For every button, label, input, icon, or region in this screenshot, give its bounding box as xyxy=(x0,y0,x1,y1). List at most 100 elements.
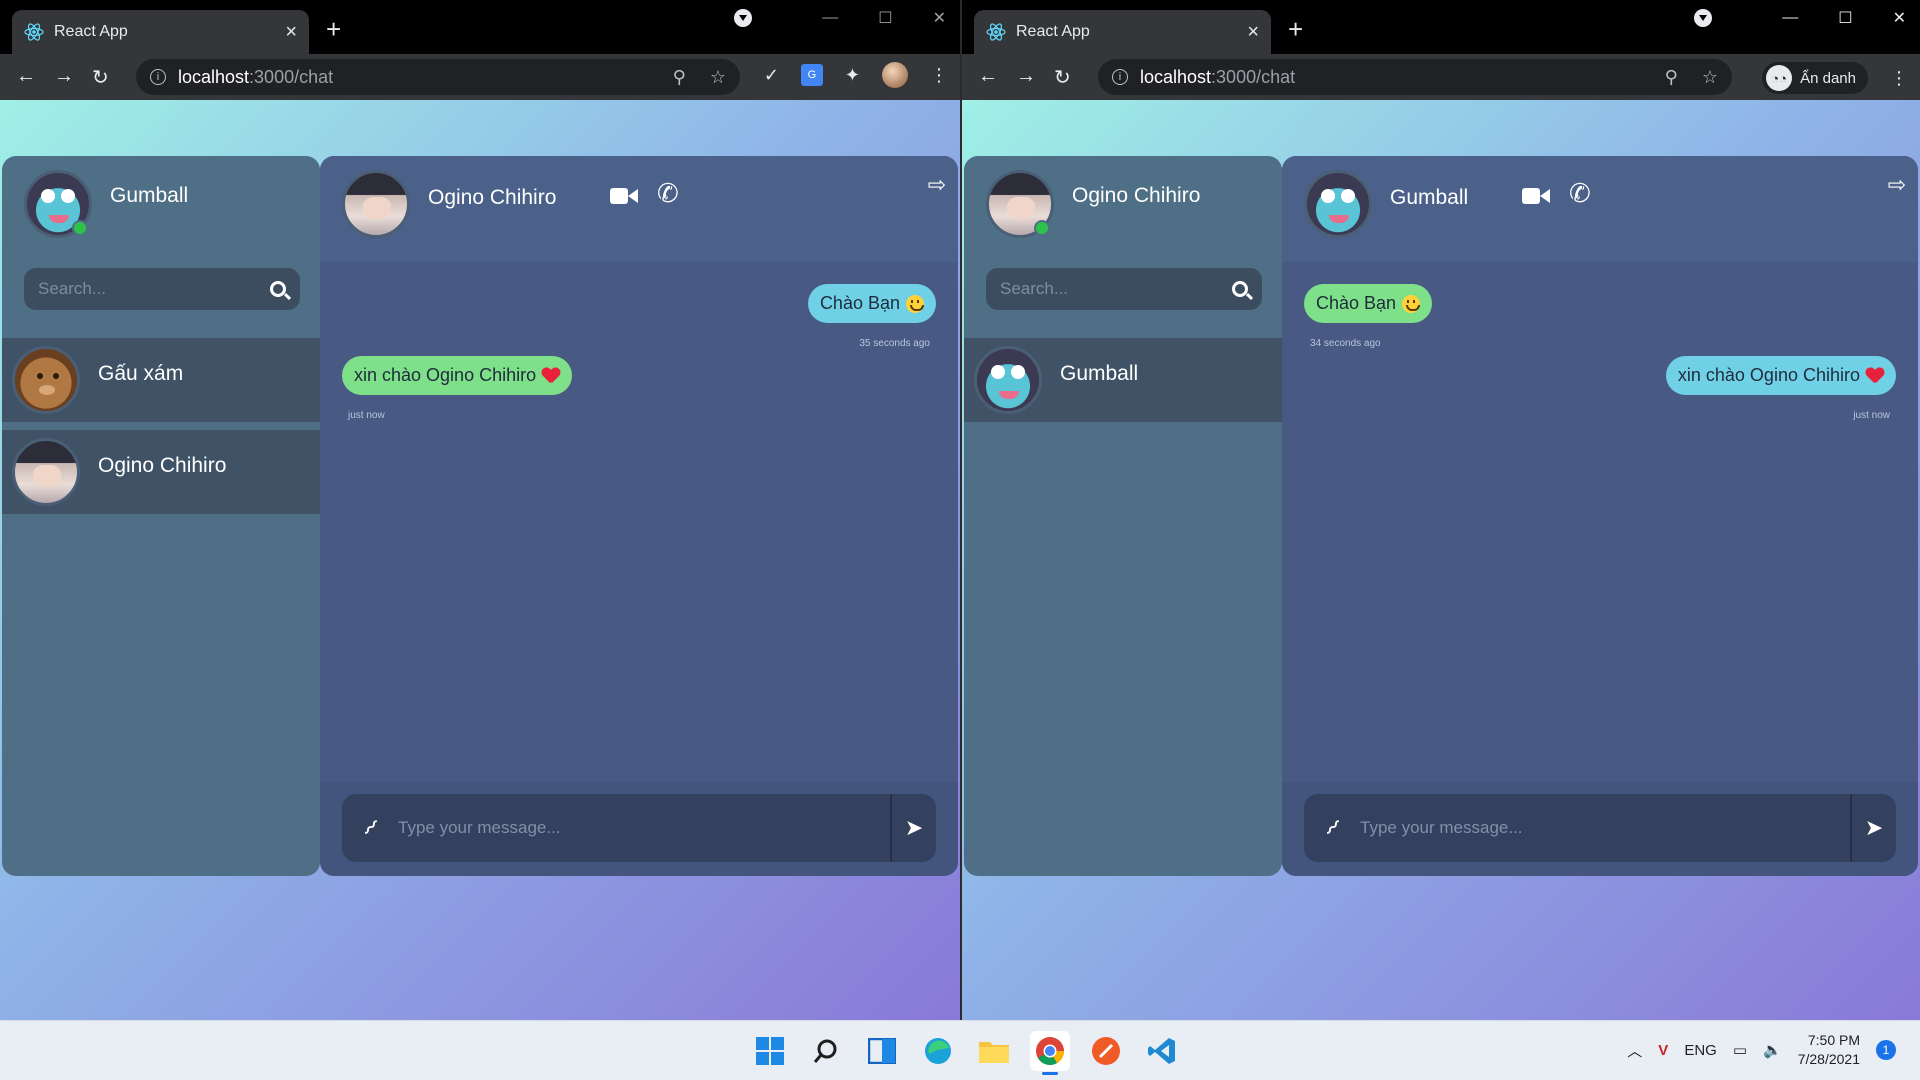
paperclip-icon[interactable]: ⌇ xyxy=(1303,799,1361,857)
language-indicator[interactable]: ENG xyxy=(1684,1042,1717,1059)
bookmark-star-icon[interactable]: ☆ xyxy=(710,67,726,88)
chat-partner-name: Gumball xyxy=(1390,186,1469,209)
video-call-icon[interactable] xyxy=(1522,186,1550,208)
browser-tab[interactable]: React App × xyxy=(974,10,1271,54)
current-user: Ogino Chihiro xyxy=(964,156,1282,266)
chat-panel: Gumball ✆ ⇨ Chào Bạn 34 seconds ago xin … xyxy=(1282,156,1918,876)
unikey-icon[interactable]: V xyxy=(1658,1042,1668,1059)
contact-item[interactable]: Ogino Chihiro xyxy=(2,430,320,518)
logout-icon[interactable]: ⇨ xyxy=(928,172,946,198)
reload-icon[interactable]: ↻ xyxy=(92,65,109,90)
message-bubble: xin chào Ogino Chihiro xyxy=(342,356,573,395)
search-input[interactable] xyxy=(1000,279,1232,299)
clock-time: 7:50 PM xyxy=(1807,1032,1860,1048)
incognito-label: Ẩn danh xyxy=(1800,69,1856,87)
forward-icon[interactable]: → xyxy=(54,65,74,90)
postman-button[interactable] xyxy=(1086,1031,1126,1071)
chat-panel: Ogino Chihiro ✆ ⇨ Chào Bạn 35 seconds ag… xyxy=(320,156,958,876)
forward-icon[interactable]: → xyxy=(1016,65,1036,90)
video-call-icon[interactable] xyxy=(610,186,638,208)
chrome-menu-icon[interactable]: ⋮ xyxy=(1890,68,1908,89)
close-tab-icon[interactable]: × xyxy=(285,21,297,44)
contact-item[interactable]: Gumball xyxy=(964,338,1282,426)
windows-start-button[interactable] xyxy=(750,1031,790,1071)
minimize-button[interactable]: — xyxy=(1782,9,1798,27)
site-info-icon[interactable]: i xyxy=(150,69,166,85)
profile-avatar[interactable] xyxy=(882,62,908,88)
heart-emoji-icon xyxy=(1866,368,1884,384)
extensions-puzzle-icon[interactable]: ✦ xyxy=(845,65,860,86)
url-host: localhost xyxy=(1140,66,1212,87)
avatar xyxy=(12,346,80,414)
send-icon: ➤ xyxy=(904,815,924,840)
browser-window-left: React App × + — ☐ ✕ ← → ↻ i localhost:30… xyxy=(0,0,960,1020)
send-button[interactable]: ➤ xyxy=(890,794,936,862)
phone-icon[interactable]: ✆ xyxy=(1569,178,1591,209)
send-button[interactable]: ➤ xyxy=(1850,794,1896,862)
vscode-button[interactable] xyxy=(1142,1031,1182,1071)
minimize-button[interactable]: — xyxy=(822,9,838,27)
message-input[interactable] xyxy=(1360,794,1850,862)
new-tab-button[interactable]: + xyxy=(326,14,341,45)
maximize-button[interactable]: ☐ xyxy=(878,8,892,28)
tab-search-icon[interactable] xyxy=(734,9,753,27)
browser-window-right: React App × + — ☐ ✕ ← → ↻ i localhost:30… xyxy=(960,0,1920,1020)
logout-icon[interactable]: ⇨ xyxy=(1888,172,1906,198)
message-text: xin chào Ogino Chihiro xyxy=(1677,365,1860,385)
message-composer: ⌇ ➤ xyxy=(342,794,936,862)
current-user: Gumball xyxy=(2,156,320,266)
reload-icon[interactable]: ↻ xyxy=(1054,65,1071,90)
back-icon[interactable]: ← xyxy=(978,65,998,90)
address-bar[interactable]: i localhost:3000/chat ⚲ ☆ xyxy=(1098,59,1732,95)
browser-tab[interactable]: React App × xyxy=(12,10,309,54)
incognito-indicator[interactable]: ◔◔ Ẩn danh xyxy=(1762,62,1868,94)
network-icon[interactable]: ▭ xyxy=(1733,1041,1747,1059)
url-path: :3000/chat xyxy=(249,66,334,87)
paperclip-icon[interactable]: ⌇ xyxy=(341,799,399,857)
tab-search-icon[interactable] xyxy=(1694,9,1713,27)
back-icon[interactable]: ← xyxy=(16,65,36,90)
smile-emoji-icon xyxy=(1402,294,1421,313)
close-tab-icon[interactable]: × xyxy=(1247,21,1259,44)
widgets-button[interactable] xyxy=(862,1031,902,1071)
chrome-menu-icon[interactable]: ⋮ xyxy=(930,65,948,86)
contact-name: Gumball xyxy=(1060,362,1139,385)
edge-button[interactable] xyxy=(918,1031,958,1071)
browser-toolbar: ← → ↻ i localhost:3000/chat ⚲ ☆ ◔◔ Ẩn danh… xyxy=(962,54,1920,100)
avatar xyxy=(974,346,1042,414)
site-info-icon[interactable]: i xyxy=(1112,69,1128,85)
message-time: just now xyxy=(348,410,385,421)
phone-icon[interactable]: ✆ xyxy=(657,178,679,209)
clock[interactable]: 7:50 PM 7/28/2021 xyxy=(1798,1031,1860,1069)
message-list: Chào Bạn 35 seconds ago xin chào Ogino C… xyxy=(320,262,958,782)
address-bar[interactable]: i localhost:3000/chat ⚲ ☆ xyxy=(136,59,740,95)
notification-badge[interactable]: 1 xyxy=(1876,1040,1896,1060)
zoom-icon[interactable]: ⚲ xyxy=(673,67,686,88)
google-translate-icon[interactable]: G xyxy=(800,64,823,86)
chrome-button[interactable] xyxy=(1030,1031,1070,1075)
checkmark-extension-icon[interactable]: ✓ xyxy=(764,65,779,86)
message-input[interactable] xyxy=(398,794,890,862)
close-window-button[interactable]: ✕ xyxy=(933,8,946,28)
zoom-icon[interactable]: ⚲ xyxy=(1665,67,1678,88)
clock-date: 7/28/2021 xyxy=(1797,1051,1860,1067)
tab-title: React App xyxy=(54,23,128,40)
avatar xyxy=(1304,170,1372,238)
chevron-up-icon[interactable]: ︿ xyxy=(1627,1040,1642,1061)
current-user-name: Ogino Chihiro xyxy=(1072,184,1201,207)
maximize-button[interactable]: ☐ xyxy=(1838,8,1852,28)
file-explorer-button[interactable] xyxy=(974,1031,1014,1071)
message-bubble: Chào Bạn xyxy=(1304,284,1433,323)
message-time: just now xyxy=(1853,410,1890,421)
close-window-button[interactable]: ✕ xyxy=(1893,8,1906,28)
volume-icon[interactable]: 🔈 xyxy=(1763,1041,1782,1059)
bookmark-star-icon[interactable]: ☆ xyxy=(1702,67,1718,88)
search-input[interactable] xyxy=(38,279,270,299)
new-tab-button[interactable]: + xyxy=(1288,14,1303,45)
search-button[interactable] xyxy=(806,1031,846,1071)
url-host: localhost xyxy=(178,66,250,87)
search-icon[interactable] xyxy=(1232,281,1248,297)
contact-item[interactable]: Gấu xám xyxy=(2,338,320,426)
windows-start-icon xyxy=(756,1037,784,1065)
search-icon[interactable] xyxy=(270,281,286,297)
